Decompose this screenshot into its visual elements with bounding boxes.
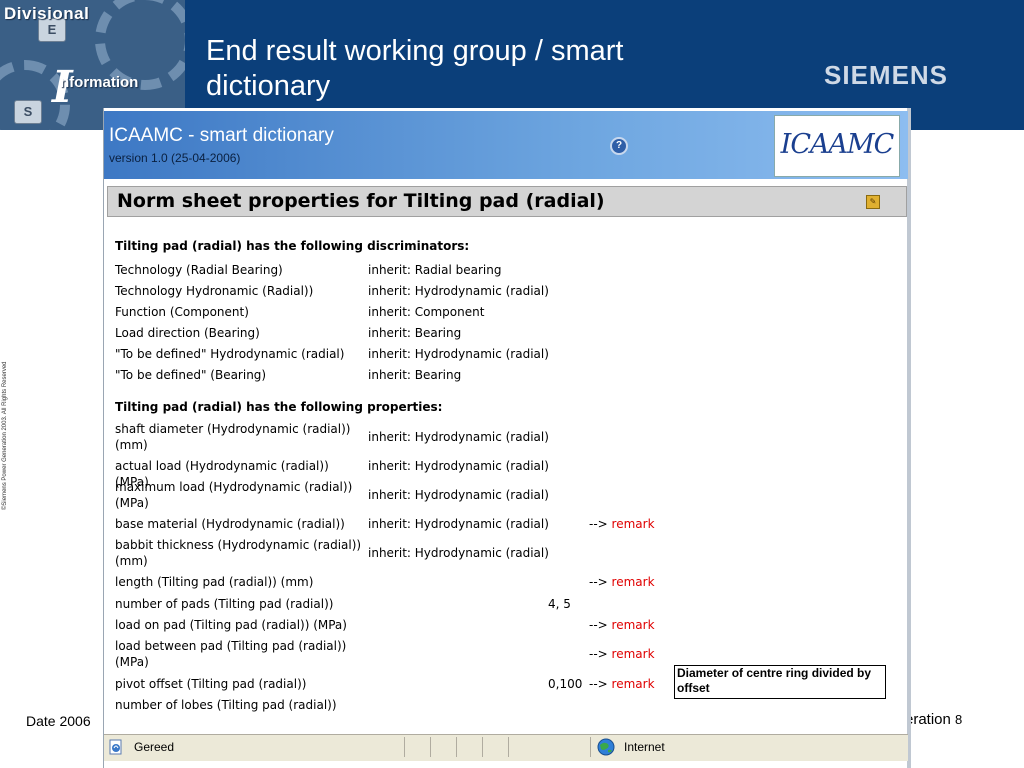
property-name: number of lobes (Tilting pad (radial)) bbox=[115, 698, 337, 712]
app-title: ICAAMC - smart dictionary bbox=[109, 125, 334, 147]
discriminator-inherit: inherit: Bearing bbox=[368, 368, 462, 382]
app-version: version 1.0 (25-04-2006) bbox=[109, 151, 241, 165]
property-name: babbit thickness (Hydrodynamic (radial))… bbox=[115, 538, 362, 568]
discriminator-inherit: inherit: Bearing bbox=[368, 326, 462, 340]
help-icon[interactable]: ? bbox=[610, 137, 628, 155]
status-divider bbox=[508, 737, 509, 757]
status-divider bbox=[590, 737, 591, 757]
discriminators-heading: Tilting pad (radial) has the following d… bbox=[115, 239, 470, 253]
property-name: shaft diameter (Hydrodynamic (radial)) (… bbox=[115, 422, 351, 452]
siemens-logo: SIEMENS bbox=[824, 60, 949, 90]
browser-window: ICAAMC - smart dictionary version 1.0 (2… bbox=[103, 108, 911, 768]
discriminator-inherit: inherit: Component bbox=[368, 305, 485, 319]
app-title-rest: - smart dictionary bbox=[182, 125, 334, 146]
browser-status-bar: Gereed Internet bbox=[104, 734, 908, 761]
discriminator-name: Technology (Radial Bearing) bbox=[115, 263, 283, 277]
slide-title: End result working group / smart diction… bbox=[206, 35, 624, 102]
discriminator-name: "To be defined" Hydrodynamic (radial) bbox=[115, 347, 345, 361]
property-inherit: inherit: Hydrodynamic (radial) bbox=[368, 546, 549, 560]
security-zone-text: Internet bbox=[624, 740, 665, 754]
property-name: number of pads (Tilting pad (radial)) bbox=[115, 597, 334, 611]
property-arrow: --> remark bbox=[589, 617, 655, 633]
status-divider bbox=[404, 737, 405, 757]
arrow-text: --> bbox=[589, 647, 608, 661]
footer-division-label: eration bbox=[905, 711, 951, 728]
discriminator-name: Function (Component) bbox=[115, 305, 249, 319]
property-arrow: --> remark bbox=[589, 676, 655, 692]
sheet-title: Norm sheet properties for Tilting pad (r… bbox=[117, 190, 605, 212]
discriminator-inherit: inherit: Hydrodynamic (radial) bbox=[368, 284, 549, 298]
app-header: ICAAMC - smart dictionary version 1.0 (2… bbox=[104, 111, 908, 179]
property-name: length (Tilting pad (radial)) (mm) bbox=[115, 575, 314, 589]
logo-word-information: nformation bbox=[60, 74, 139, 91]
keyboard-key-icon: S bbox=[14, 100, 42, 124]
properties-heading: Tilting pad (radial) has the following p… bbox=[115, 400, 443, 414]
arrow-text: --> bbox=[589, 618, 608, 632]
remark-link[interactable]: remark bbox=[612, 618, 655, 632]
property-name: pivot offset (Tilting pad (radial)) bbox=[115, 677, 307, 691]
footer-date: Date 2006 bbox=[26, 713, 91, 729]
property-name: load between pad (Tilting pad (radial)) … bbox=[115, 639, 347, 669]
icaamc-logo: ICAAMC bbox=[774, 115, 900, 177]
property-value: 0,100 bbox=[548, 677, 583, 691]
property-inherit: inherit: Hydrodynamic (radial) bbox=[368, 459, 549, 473]
remark-link[interactable]: remark bbox=[612, 517, 655, 531]
property-value: 4, 5 bbox=[548, 597, 571, 611]
discriminator-name: "To be defined" (Bearing) bbox=[115, 368, 267, 382]
arrow-text: --> bbox=[589, 517, 608, 531]
status-divider bbox=[482, 737, 483, 757]
remark-link[interactable]: remark bbox=[612, 647, 655, 661]
sheet-title-bar: Norm sheet properties for Tilting pad (r… bbox=[107, 186, 907, 217]
copyright-note: ©Siemens Power Generation 2003. All Righ… bbox=[2, 361, 8, 511]
page-number: 8 bbox=[955, 712, 963, 727]
footer-right: eration 8 bbox=[905, 711, 962, 728]
page-icon bbox=[109, 739, 122, 755]
internet-globe-icon bbox=[597, 738, 615, 756]
status-text: Gereed bbox=[134, 740, 175, 754]
property-arrow: --> remark bbox=[589, 516, 655, 532]
status-divider bbox=[430, 737, 431, 757]
property-arrow: --> remark bbox=[589, 574, 655, 590]
discriminator-inherit: inherit: Radial bearing bbox=[368, 263, 502, 277]
app-title-main: ICAAMC bbox=[109, 125, 183, 146]
discriminator-name: Technology Hydronamic (Radial)) bbox=[115, 284, 314, 298]
property-name: maximum load (Hydrodynamic (radial)) (MP… bbox=[115, 480, 353, 510]
property-inherit: inherit: Hydrodynamic (radial) bbox=[368, 488, 549, 502]
logo-word-divisional: Divisional bbox=[4, 4, 90, 23]
property-name: base material (Hydrodynamic (radial)) bbox=[115, 517, 345, 531]
property-inherit: inherit: Hydrodynamic (radial) bbox=[368, 430, 549, 444]
arrow-text: --> bbox=[589, 575, 608, 589]
remark-link[interactable]: remark bbox=[612, 575, 655, 589]
remark-link[interactable]: remark bbox=[612, 677, 655, 691]
callout-note: Diameter of centre ring divided by offse… bbox=[674, 665, 886, 699]
property-inherit: inherit: Hydrodynamic (radial) bbox=[368, 517, 549, 531]
discriminator-name: Load direction (Bearing) bbox=[115, 326, 260, 340]
status-divider bbox=[456, 737, 457, 757]
discriminator-inherit: inherit: Hydrodynamic (radial) bbox=[368, 347, 549, 361]
property-name: load on pad (Tilting pad (radial)) (MPa) bbox=[115, 618, 347, 632]
arrow-text: --> bbox=[589, 677, 608, 691]
property-arrow: --> remark bbox=[589, 646, 655, 662]
icaamc-logo-text: ICAAMC bbox=[780, 129, 895, 160]
edit-icon[interactable]: ✎ bbox=[866, 195, 880, 209]
